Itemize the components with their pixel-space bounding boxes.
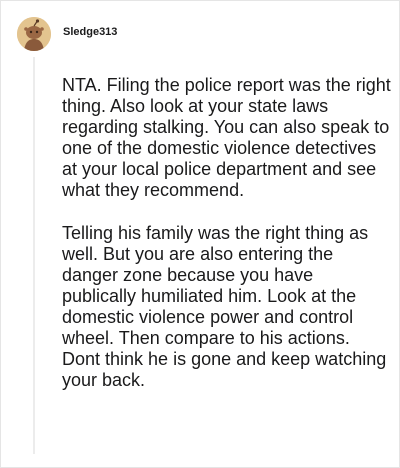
avatar[interactable] (17, 17, 51, 51)
comment-body: NTA. Filing the police report was the ri… (62, 75, 392, 413)
username[interactable]: Sledge313 (63, 26, 117, 38)
comment-paragraph: Telling his family was the right thing a… (62, 223, 387, 390)
comment-paragraph: NTA. Filing the police report was the ri… (62, 75, 391, 200)
thread-line[interactable] (33, 57, 35, 454)
comment-card: Sledge313 NTA. Filing the police report … (0, 0, 400, 468)
snoo-avatar-icon (17, 17, 51, 51)
